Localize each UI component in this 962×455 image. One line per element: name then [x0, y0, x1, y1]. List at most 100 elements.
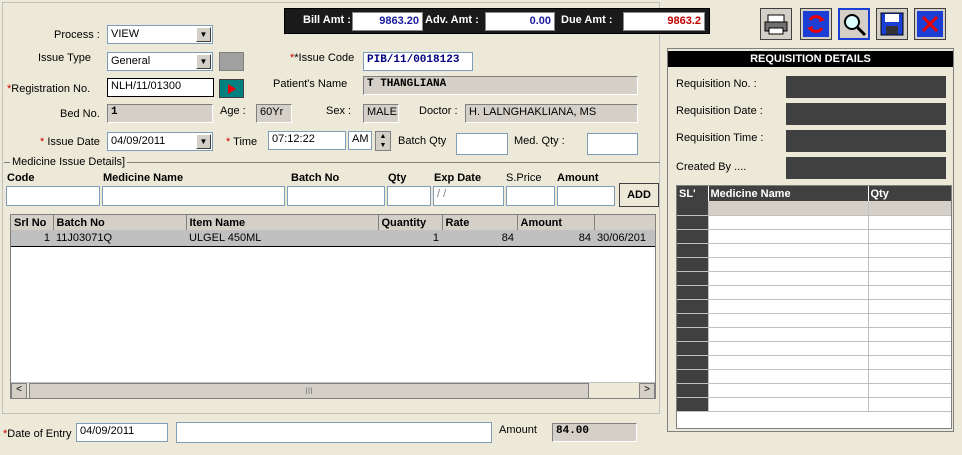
requisition-grid-body — [677, 201, 951, 412]
requisition-row[interactable] — [677, 243, 951, 258]
requisition-row[interactable] — [677, 313, 951, 328]
req-time-field — [786, 130, 946, 152]
medicine-name-input[interactable] — [102, 186, 285, 206]
time-spinner[interactable]: ▲ ▼ — [375, 131, 391, 151]
doctor-label: Doctor : — [419, 105, 458, 117]
exp-date-input[interactable]: / / — [433, 186, 504, 206]
adv-amt-value: 0.00 — [485, 12, 555, 31]
requisition-cell-medicine-name — [708, 201, 869, 216]
code-label: Code — [7, 172, 35, 184]
medicine-issue-group-label: Medicine Issue Details] — [10, 156, 128, 168]
due-amt-value: 9863.2 — [623, 12, 705, 31]
requisition-row[interactable] — [677, 383, 951, 398]
col-exp — [594, 215, 655, 230]
age-label: Age : — [220, 105, 246, 117]
remarks-field[interactable] — [176, 422, 492, 443]
search-button[interactable] — [838, 8, 870, 40]
scroll-right-button[interactable]: > — [639, 383, 655, 399]
requisition-row[interactable] — [677, 327, 951, 342]
close-button[interactable] — [914, 8, 946, 40]
requisition-row[interactable] — [677, 341, 951, 356]
date-of-entry-field[interactable]: 04/09/2011 — [76, 423, 168, 442]
batch-qty-field[interactable] — [456, 133, 508, 155]
medicine-name-label: Medicine Name — [103, 172, 184, 184]
requisition-row[interactable] — [677, 229, 951, 244]
requisition-cell-qty — [868, 285, 951, 300]
requisition-cell-medicine-name — [708, 299, 869, 314]
requisition-row[interactable] — [677, 397, 951, 412]
issue-type-button[interactable] — [219, 52, 244, 71]
requisition-row[interactable] — [677, 355, 951, 370]
cell-quantity: 1 — [432, 231, 439, 244]
amount-footer-label: Amount — [499, 424, 537, 436]
amount-label: Amount — [557, 172, 599, 184]
close-icon — [917, 11, 943, 37]
requisition-row[interactable] — [677, 201, 951, 216]
requisition-row[interactable] — [677, 369, 951, 384]
scroll-left-button[interactable]: < — [11, 383, 27, 399]
code-input[interactable] — [6, 186, 100, 206]
reg-no-go-button[interactable] — [219, 79, 244, 98]
batch-qty-label: Batch Qty — [398, 135, 447, 147]
print-button[interactable] — [760, 8, 792, 40]
requisition-cell-sl — [677, 355, 709, 370]
date-of-entry-label-text: Date of Entry — [7, 428, 72, 440]
horizontal-scrollbar[interactable]: < III > — [11, 382, 655, 399]
requisition-cell-medicine-name — [708, 369, 869, 384]
batch-no-input[interactable] — [287, 186, 385, 206]
requisition-row[interactable] — [677, 257, 951, 272]
requisition-cell-sl — [677, 229, 709, 244]
col-medicine-name: Medicine Name — [708, 186, 869, 201]
req-no-label: Requisition No. : — [676, 78, 757, 90]
requisition-cell-qty — [868, 327, 951, 342]
scroll-thumb[interactable]: III — [29, 383, 589, 399]
col-quantity: Quantity — [378, 215, 443, 230]
chevron-down-icon: ▼ — [196, 27, 211, 42]
issue-type-select[interactable]: General ▼ — [107, 52, 213, 71]
created-by-label: Created By .... — [676, 161, 747, 173]
amount-input[interactable] — [557, 186, 615, 206]
requisition-cell-medicine-name — [708, 243, 869, 258]
requisition-cell-medicine-name — [708, 229, 869, 244]
table-row[interactable]: 1 11J03071Q ULGEL 450ML 1 84 84 30/06/20… — [11, 230, 655, 246]
issue-date-picker[interactable]: 04/09/2011 ▼ — [107, 132, 213, 151]
requisition-cell-sl — [677, 397, 709, 412]
requisition-row[interactable] — [677, 215, 951, 230]
requisition-row[interactable] — [677, 285, 951, 300]
requisition-cell-medicine-name — [708, 215, 869, 230]
requisition-cell-qty — [868, 383, 951, 398]
amount-bar: Bill Amt : 9863.20 Adv. Amt : 0.00 Due A… — [284, 8, 710, 34]
time-field[interactable]: 07:12:22 — [268, 131, 346, 150]
process-select[interactable]: VIEW ▼ — [107, 25, 213, 44]
issue-code-field[interactable]: PIB/11/0018123 — [363, 52, 473, 71]
requisition-cell-sl — [677, 285, 709, 300]
col-item-name: Item Name — [186, 215, 379, 230]
bed-no-field: 1 — [107, 104, 213, 123]
save-button[interactable] — [876, 8, 908, 40]
sprice-label: S.Price — [506, 172, 542, 184]
requisition-grid: SL' Medicine Name Qty — [676, 185, 952, 429]
requisition-row[interactable] — [677, 299, 951, 314]
refresh-button[interactable] — [800, 8, 832, 40]
col-amount: Amount — [517, 215, 595, 230]
exp-date-label: Exp Date — [434, 172, 482, 184]
med-qty-field[interactable] — [587, 133, 638, 155]
reg-no-label: *Registration No. — [7, 83, 91, 95]
qty-input[interactable] — [387, 186, 431, 206]
patient-name-label: Patient's Name — [273, 78, 348, 90]
issue-code-label-text: *Issue Code — [294, 52, 355, 64]
requisition-cell-qty — [868, 257, 951, 272]
cell-batch-no: 11J03071Q — [56, 231, 113, 244]
requisition-cell-qty — [868, 355, 951, 370]
patient-name-field: T THANGLIANA — [363, 76, 638, 95]
med-qty-label: Med. Qty : — [514, 135, 565, 147]
col-qty: Qty — [870, 187, 889, 200]
sprice-input[interactable] — [506, 186, 555, 206]
add-button[interactable]: ADD — [619, 183, 659, 207]
reg-no-field[interactable]: NLH/11/01300 — [107, 78, 214, 97]
ampm-field[interactable]: AM — [348, 131, 372, 150]
doctor-field: H. LALNGHAKLIANA, MS — [465, 104, 638, 123]
requisition-row[interactable] — [677, 271, 951, 286]
cell-srl-no: 1 — [43, 231, 50, 244]
issue-date-label: * Issue Date — [40, 136, 100, 148]
